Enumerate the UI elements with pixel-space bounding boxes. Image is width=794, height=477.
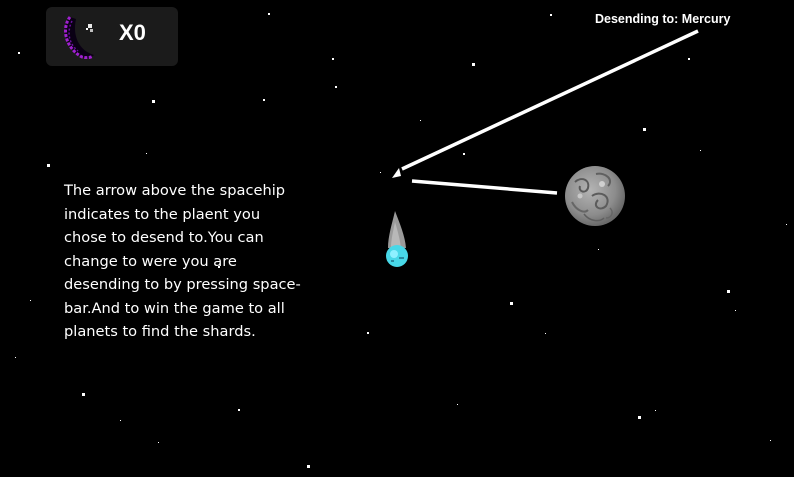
mercury-planet[interactable]	[565, 166, 625, 226]
scene-layer	[386, 29, 699, 267]
label-pointer-line	[401, 29, 699, 171]
game-canvas[interactable]: X0 Desending to: Mercury The arrow above…	[0, 0, 794, 477]
spaceship[interactable]	[386, 211, 408, 267]
direction-arrow-icon	[392, 168, 558, 195]
